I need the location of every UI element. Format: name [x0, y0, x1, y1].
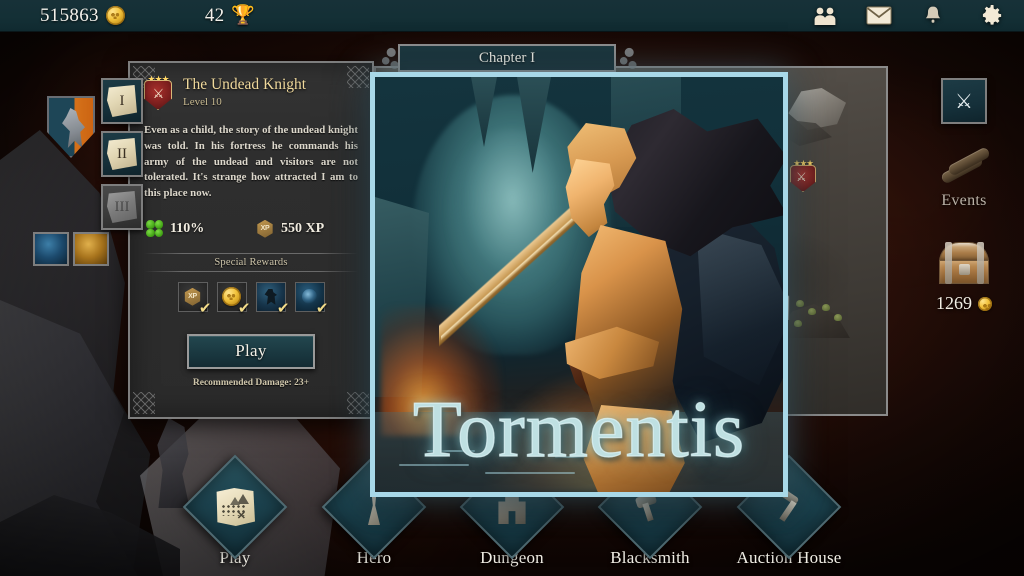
chest-count-value: 1269	[936, 293, 972, 313]
panel-corner-ornament	[347, 392, 369, 414]
chapter-selector: I II III	[101, 78, 143, 237]
chapter-ornament-right	[616, 44, 638, 72]
scroll-map-icon: II	[107, 138, 137, 170]
settings-gear-icon[interactable]	[960, 0, 1024, 32]
reward-slot-item[interactable]: ✔	[294, 281, 329, 316]
quest-stats-row: 110% XP 550 XP	[146, 219, 356, 238]
chest-band	[977, 242, 984, 284]
friends-icon[interactable]	[798, 0, 852, 32]
nav-diamond-play: ✕	[182, 454, 288, 560]
map-foliage	[834, 314, 842, 321]
scrolls-icon	[939, 146, 992, 186]
ability-icon-frost[interactable]	[33, 232, 69, 266]
reward-check-icon: ✔	[276, 299, 290, 317]
map-foliage	[808, 308, 816, 315]
divider	[144, 270, 358, 272]
map-foliage	[822, 304, 830, 311]
panel-corner-ornament	[347, 66, 369, 88]
reward-slot-monster[interactable]: ✔	[255, 281, 290, 316]
reward-check-icon: ✔	[237, 299, 251, 317]
chapter-header-title: Chapter I	[478, 49, 536, 66]
trophy-counter[interactable]: 42 🏆	[205, 5, 255, 27]
ability-icon-row	[33, 232, 109, 266]
quest-description: Even as a child, the story of the undead…	[144, 124, 358, 199]
trophy-icon: 🏆	[231, 5, 256, 26]
map-icon: ✕	[215, 488, 255, 526]
map-foliage	[794, 320, 802, 327]
quest-detail-panel: ★★★ ⚔ The Undead Knight Level 10 Even as…	[128, 61, 374, 419]
quest-header: ★★★ ⚔ The Undead Knight Level 10	[130, 63, 372, 110]
xp-badge-icon: XP	[257, 219, 273, 238]
recommended-damage: Recommended Damage: 23+	[192, 377, 310, 388]
trophy-amount: 42	[204, 4, 225, 26]
chapter-ornament-left	[378, 44, 400, 72]
quest-badge: ★★★ ⚔	[142, 74, 174, 110]
reward-slot-xp[interactable]: XP ✔	[177, 281, 212, 316]
events-label: Events	[941, 192, 987, 209]
gold-amount: 515863	[40, 4, 99, 26]
top-bar-icon-group	[798, 0, 1024, 32]
reward-check-icon: ✔	[315, 299, 329, 317]
gold-counter[interactable]: 515863	[40, 5, 125, 27]
map-foliage	[796, 300, 804, 307]
luck-value: 110%	[170, 220, 205, 236]
scroll-map-icon: I	[107, 85, 137, 117]
rune-icon	[302, 289, 317, 305]
chapter-button-2-label: II	[117, 145, 127, 162]
chapter-button-3[interactable]: III	[101, 184, 143, 230]
game-splash-overlay[interactable]: Tormentis	[370, 72, 788, 497]
chapter-header: Chapter I	[398, 44, 616, 72]
coin-icon	[105, 6, 125, 25]
game-screen: I II III ★★★ ⚔ Chapter I ★★★ ⚔ The Undea…	[0, 0, 1024, 576]
coin-icon	[978, 296, 992, 311]
chapter-button-1[interactable]: I	[101, 78, 143, 124]
notifications-bell-icon[interactable]	[906, 0, 960, 32]
quest-play-button[interactable]: Play	[187, 333, 315, 369]
reward-check-icon: ✔	[198, 299, 212, 317]
treasure-chest-button[interactable]: 1269	[912, 240, 1016, 314]
luck-stat: 110%	[146, 220, 246, 238]
scroll-map-icon-locked: III	[107, 191, 137, 223]
undead-icon	[264, 288, 277, 305]
reward-slot-gold[interactable]: ✔	[216, 281, 251, 316]
quest-level: Level 10	[183, 96, 222, 109]
nav-item-play[interactable]: ✕ Play	[160, 454, 310, 568]
events-button[interactable]: Events	[912, 146, 1016, 210]
chest-band	[945, 242, 952, 284]
chest-lock	[959, 264, 970, 275]
treasure-chest-icon	[936, 240, 992, 286]
ability-icon-gold[interactable]	[73, 232, 109, 266]
top-status-bar: 515863 42 🏆	[0, 0, 1024, 32]
quest-title: The Undead Knight	[183, 75, 307, 93]
clover-icon	[146, 220, 163, 238]
special-rewards-section: Special Rewards XP ✔ ✔ ✔ ✔	[144, 252, 358, 316]
chest-gold-count: 1269	[912, 293, 1016, 314]
xp-stat: XP 550 XP	[256, 219, 356, 238]
chapter-button-3-label: III	[114, 198, 130, 215]
right-side-rail: ⚔ Events 1269	[912, 78, 1016, 314]
special-rewards-label: Special Rewards	[214, 256, 288, 268]
panel-corner-ornament	[133, 392, 155, 414]
battle-crossed-swords-icon[interactable]: ⚔	[941, 78, 987, 124]
crossed-swords-icon: ⚔	[152, 86, 165, 101]
map-quest-marker[interactable]: ★★★ ⚔	[788, 158, 818, 192]
game-logo-title: Tormentis	[412, 386, 746, 474]
map-marker-swords-icon: ⚔	[796, 170, 807, 184]
chapter-button-1-label: I	[119, 92, 125, 109]
rewards-row: XP ✔ ✔ ✔ ✔	[144, 281, 358, 316]
chapter-button-2[interactable]: II	[101, 131, 143, 177]
mail-icon[interactable]	[852, 0, 906, 32]
xp-value: 550 XP	[281, 220, 325, 236]
